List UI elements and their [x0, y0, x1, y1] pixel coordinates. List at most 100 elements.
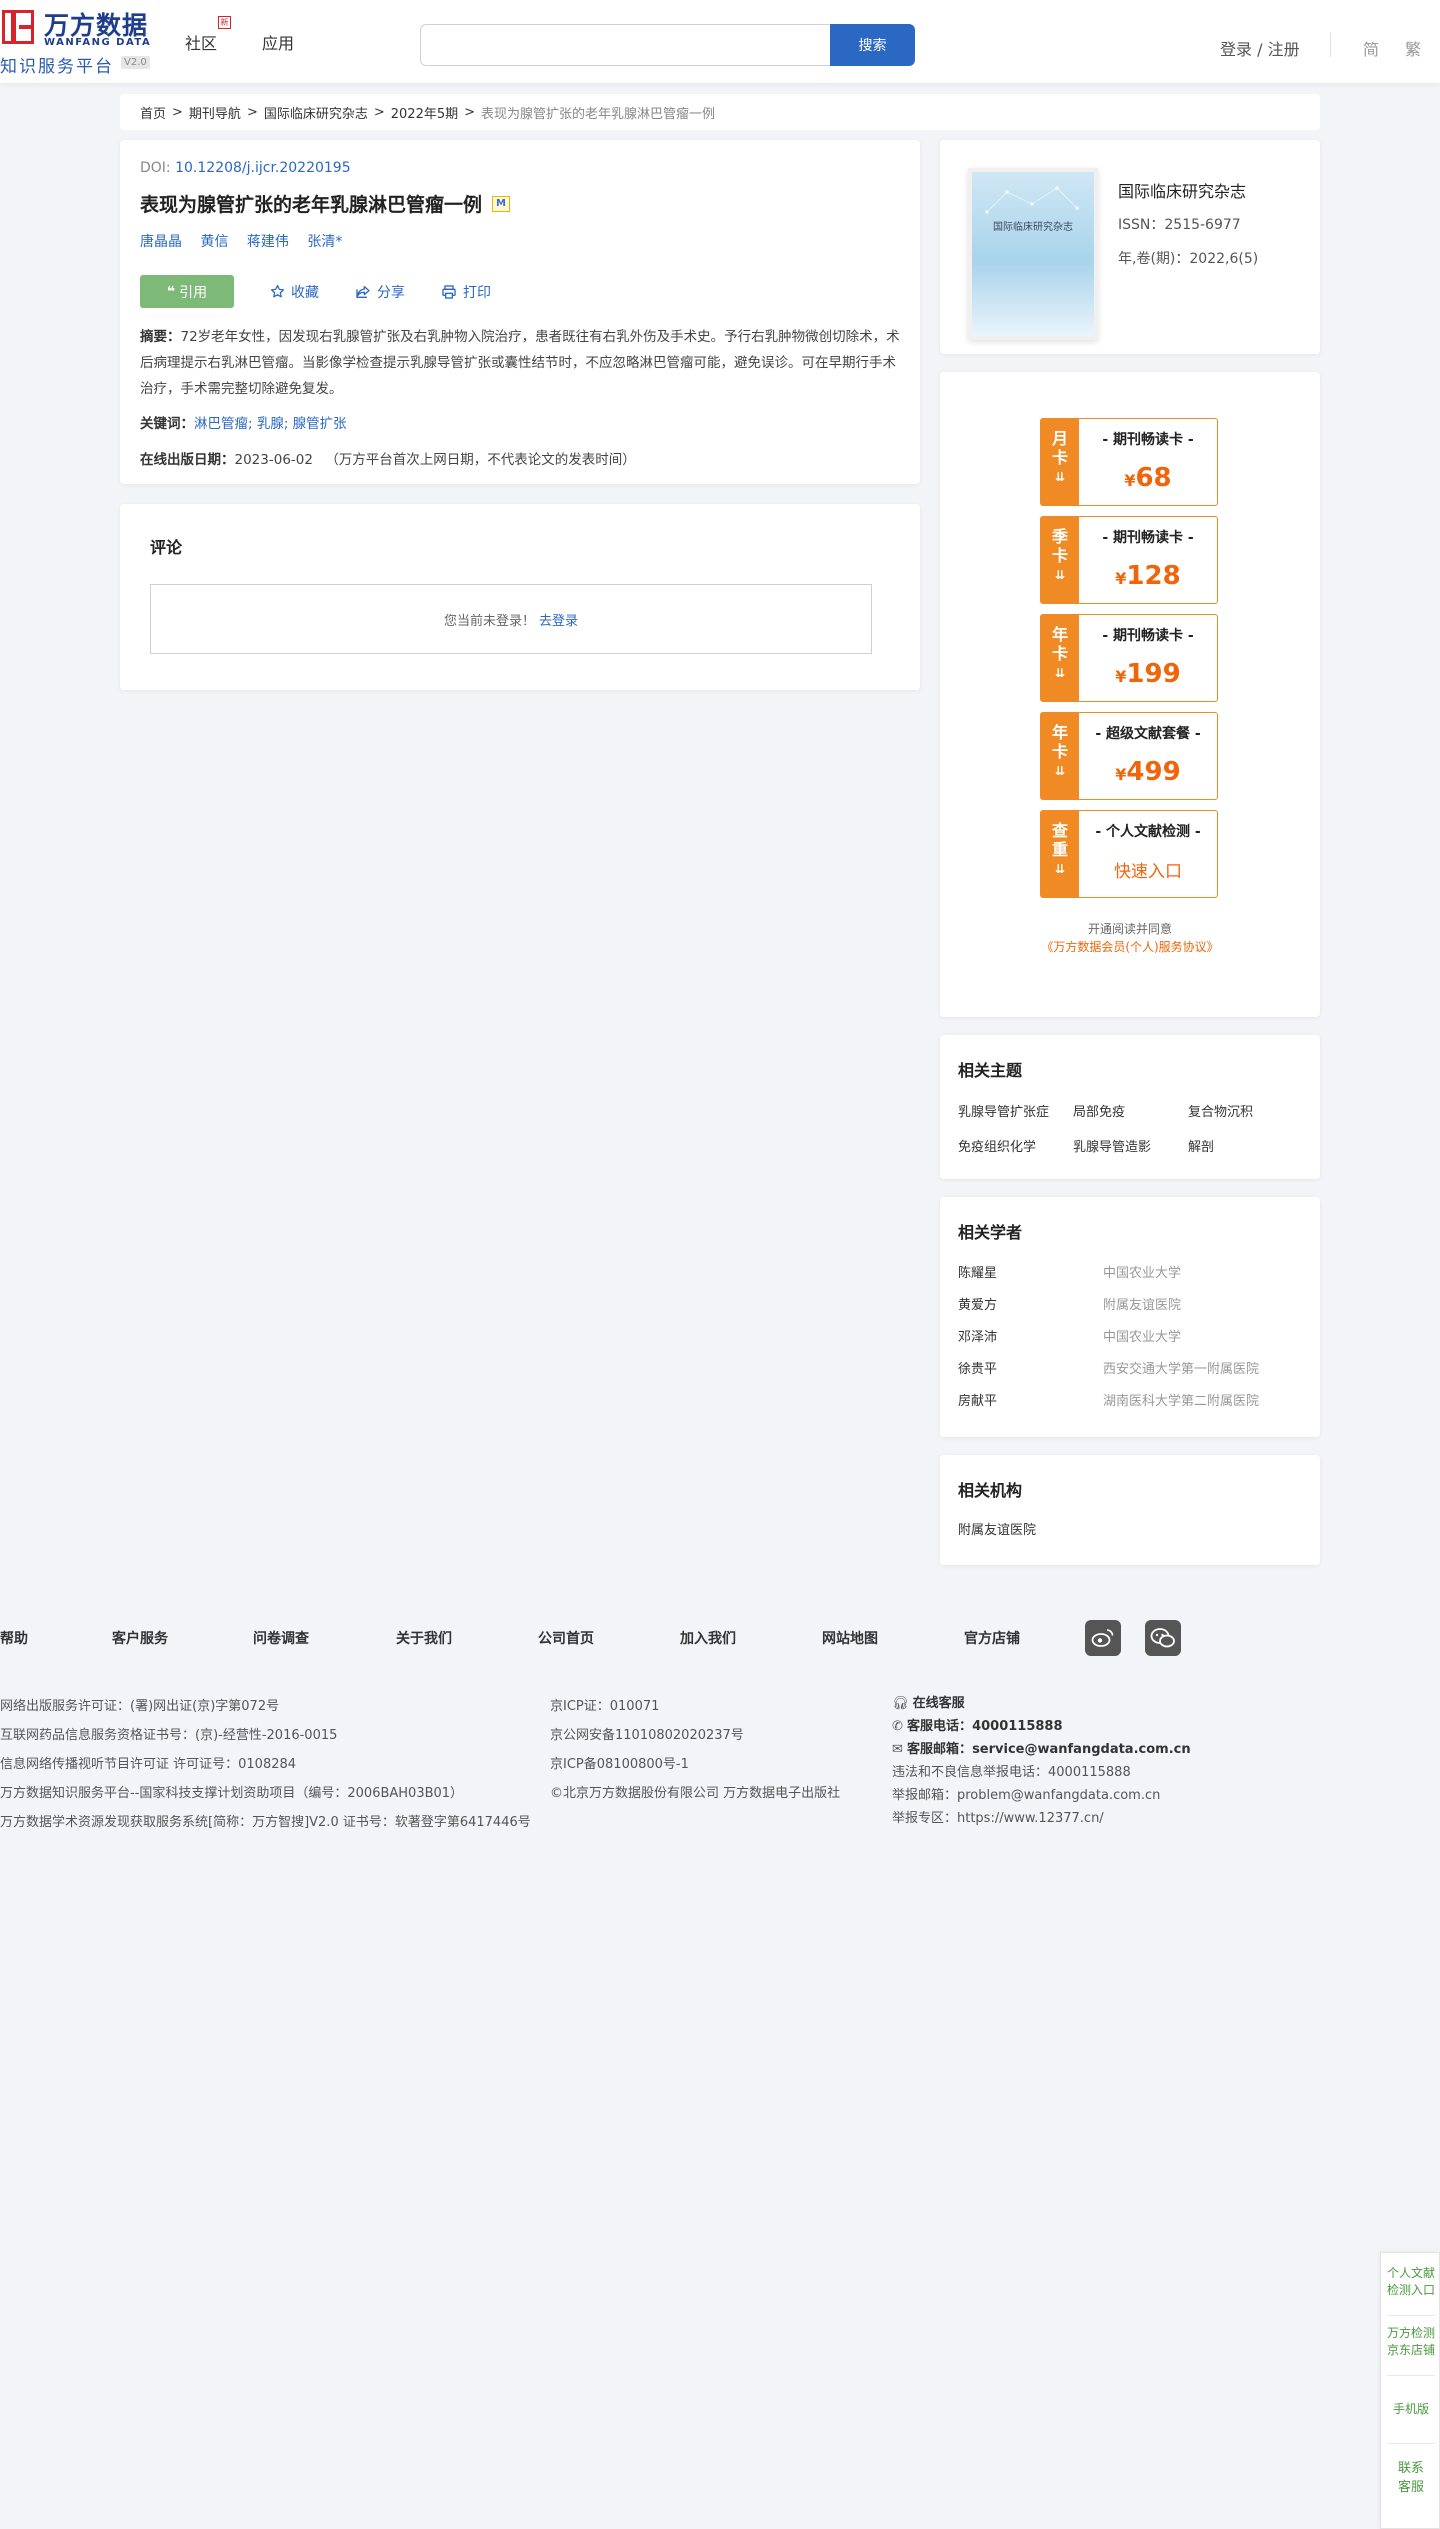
search-button[interactable]: 搜索: [830, 24, 915, 66]
abstract-text: 72岁老年女性，因发现右乳腺管扩张及右乳肿物入院治疗，患者既往有右乳外伤及手术史…: [140, 329, 900, 397]
icp-line: ©北京万方数据股份有限公司 万方数据电子出版社: [550, 1786, 841, 1801]
journal-cover[interactable]: 国际临床研究杂志: [968, 168, 1098, 340]
topic-link[interactable]: 复合物沉积: [1188, 1101, 1303, 1120]
journal-name[interactable]: 国际临床研究杂志: [1118, 178, 1246, 202]
lang-simplified[interactable]: 简: [1363, 36, 1379, 60]
scholar-org[interactable]: 西安交通大学第一附属医院: [1103, 1358, 1259, 1377]
breadcrumb-journal[interactable]: 国际临床研究杂志: [264, 103, 368, 122]
card-side: 年 卡 ⇊: [1041, 713, 1079, 799]
scholar-org[interactable]: 附属友谊医院: [1103, 1294, 1181, 1313]
scholar-org[interactable]: 中国农业大学: [1103, 1262, 1181, 1281]
license-line: 网络出版服务许可证：(署)网出证(京)字第072号: [0, 1699, 280, 1714]
member-card-quarterly[interactable]: 季 卡 ⇊ - 期刊畅读卡 - ¥128: [1040, 516, 1218, 604]
breadcrumb-journal-nav[interactable]: 期刊导航: [189, 103, 241, 122]
float-divider: [1387, 2443, 1435, 2444]
float-jd-store[interactable]: 万方检测京东店铺: [1381, 2325, 1440, 2359]
float-plagiarism-entry[interactable]: 个人文献检测入口: [1381, 2265, 1440, 2299]
report-site[interactable]: 举报专区：https://www.12377.cn/: [892, 1807, 1191, 1830]
logo[interactable]: 万方数据 WANFANG DATA 知识服务平台 V2.0: [0, 6, 160, 77]
institution-link[interactable]: 附属友谊医院: [958, 1519, 1302, 1538]
footer-link[interactable]: 关于我们: [396, 1628, 452, 1648]
wechat-icon[interactable]: [1145, 1620, 1181, 1656]
comment-title: 评论: [150, 538, 183, 557]
doi-link[interactable]: 10.12208/j.ijcr.20220195: [175, 160, 351, 176]
email-value[interactable]: service@wanfangdata.com.cn: [972, 1742, 1191, 1757]
keyword-links[interactable]: 淋巴管瘤; 乳腺; 腺管扩张: [194, 416, 347, 432]
member-card-super-package[interactable]: 年 卡 ⇊ - 超级文献套餐 - ¥499: [1040, 712, 1218, 800]
floating-sidebar: 个人文献检测入口 万方检测京东店铺 手机版 联系客服: [1380, 2252, 1440, 2529]
float-mobile[interactable]: 手机版: [1381, 2401, 1440, 2418]
favorite-button[interactable]: 收藏: [270, 282, 319, 302]
scholar-name[interactable]: 邓泽沛: [958, 1326, 1103, 1345]
online-service[interactable]: 🎧︎ 在线客服: [892, 1692, 1191, 1715]
share-button[interactable]: 分享: [355, 282, 405, 302]
nav-community[interactable]: 社区: [185, 30, 217, 54]
footer-link[interactable]: 客户服务: [112, 1628, 168, 1648]
footer-link[interactable]: 帮助: [0, 1628, 28, 1648]
author-link[interactable]: 蒋建伟: [247, 234, 289, 250]
agreement-link[interactable]: 《万方数据会员(个人)服务协议》: [1041, 940, 1218, 954]
topic-link[interactable]: 乳腺导管造影: [1073, 1136, 1188, 1155]
service-email: ✉ 客服邮箱：service@wanfangdata.com.cn: [892, 1738, 1191, 1761]
topic-link[interactable]: 乳腺导管扩张症: [958, 1101, 1073, 1120]
breadcrumb-issue[interactable]: 2022年5期: [391, 103, 458, 122]
float-contact[interactable]: 联系客服: [1381, 2459, 1440, 2497]
breadcrumb-home[interactable]: 首页: [140, 103, 166, 122]
publish-date: 在线出版日期：2023-06-02 （万方平台首次上网日期，不代表论文的发表时间…: [140, 448, 900, 468]
weibo-icon[interactable]: [1085, 1620, 1121, 1656]
footer-link[interactable]: 问卷调查: [253, 1628, 309, 1648]
footer-link[interactable]: 公司首页: [538, 1628, 594, 1648]
related-scholars-title: 相关学者: [958, 1223, 1023, 1242]
license-line: 信息网络传播视听节目许可证 许可证号：0108284: [0, 1757, 297, 1772]
card-name: - 期刊畅读卡 -: [1102, 432, 1194, 448]
scholar-name[interactable]: 徐贵平: [958, 1358, 1103, 1377]
print-button[interactable]: 打印: [441, 282, 491, 302]
member-card-monthly[interactable]: 月 卡 ⇊ - 期刊畅读卡 - ¥68: [1040, 418, 1218, 506]
scholar-name[interactable]: 黄爱方: [958, 1294, 1103, 1313]
author-link[interactable]: 黄信: [200, 234, 228, 250]
side-char: 卡: [1051, 546, 1068, 565]
nav-apps[interactable]: 应用: [262, 30, 294, 54]
member-card-yearly[interactable]: 年 卡 ⇊ - 期刊畅读卡 - ¥199: [1040, 614, 1218, 702]
agreement: 开通阅读并同意 《万方数据会员(个人)服务协议》: [940, 920, 1320, 956]
breadcrumb-sep: >: [464, 104, 476, 120]
journal-issn: ISSN：2515-6977: [1118, 217, 1241, 233]
topic-link[interactable]: 免疫组织化学: [958, 1136, 1073, 1155]
footer-link[interactable]: 官方店铺: [964, 1628, 1020, 1648]
author-link[interactable]: 张清*: [307, 234, 342, 250]
card-price: ¥499: [1079, 757, 1217, 787]
footer-license-col: 网络出版服务许可证：(署)网出证(京)字第072号 互联网药品信息服务资格证书号…: [0, 1692, 531, 1837]
author-list: 唐晶晶 黄信 蒋建伟 张清*: [140, 231, 900, 251]
author-link[interactable]: 唐晶晶: [140, 234, 182, 250]
scholar-name[interactable]: 陈耀星: [958, 1262, 1103, 1281]
icp-line[interactable]: 京ICP备08100800号-1: [550, 1750, 840, 1779]
scholar-name[interactable]: 房献平: [958, 1390, 1103, 1409]
breadcrumb-current: 表现为腺管扩张的老年乳腺淋巴管瘤一例: [481, 106, 716, 122]
member-card-plagiarism-check[interactable]: 查 重 ⇊ - 个人文献检测 - 快速入口: [1040, 810, 1218, 898]
side-char: 卡: [1051, 742, 1068, 761]
search-input[interactable]: [420, 24, 830, 66]
icp-line[interactable]: 京ICP证：010071: [550, 1692, 840, 1721]
currency-symbol: ¥: [1115, 667, 1127, 686]
login-register-link[interactable]: 登录 / 注册: [1220, 36, 1300, 60]
lang-traditional[interactable]: 繁: [1405, 36, 1421, 60]
comment-login-prompt: 您当前未登录！: [443, 613, 535, 629]
comment-login-link[interactable]: 去登录: [539, 610, 578, 629]
scholar-org[interactable]: 湖南医科大学第二附属医院: [1103, 1390, 1259, 1409]
report-email[interactable]: 举报邮箱：problem@wanfangdata.com.cn: [892, 1784, 1191, 1807]
topic-link[interactable]: 局部免疫: [1073, 1101, 1188, 1120]
topic-link[interactable]: 解剖: [1188, 1136, 1303, 1155]
icp-line[interactable]: 京公网安备11010802020237号: [550, 1721, 840, 1750]
double-arrow-down-icon: ⇊: [1054, 764, 1066, 778]
favorite-label: 收藏: [291, 284, 319, 301]
quick-entry-link[interactable]: 快速入口: [1079, 857, 1217, 882]
logo-subtitle: 知识服务平台: [0, 57, 114, 77]
scholar-row: 黄爱方 附属友谊医院: [958, 1287, 1302, 1319]
double-arrow-down-icon: ⇊: [1054, 862, 1066, 876]
new-badge: 新: [218, 16, 231, 29]
logo-version: V2.0: [121, 56, 150, 69]
footer-link[interactable]: 加入我们: [680, 1628, 736, 1648]
scholar-org[interactable]: 中国农业大学: [1103, 1326, 1181, 1345]
cite-button[interactable]: ❝ 引用: [140, 275, 234, 308]
footer-link[interactable]: 网站地图: [822, 1628, 878, 1648]
